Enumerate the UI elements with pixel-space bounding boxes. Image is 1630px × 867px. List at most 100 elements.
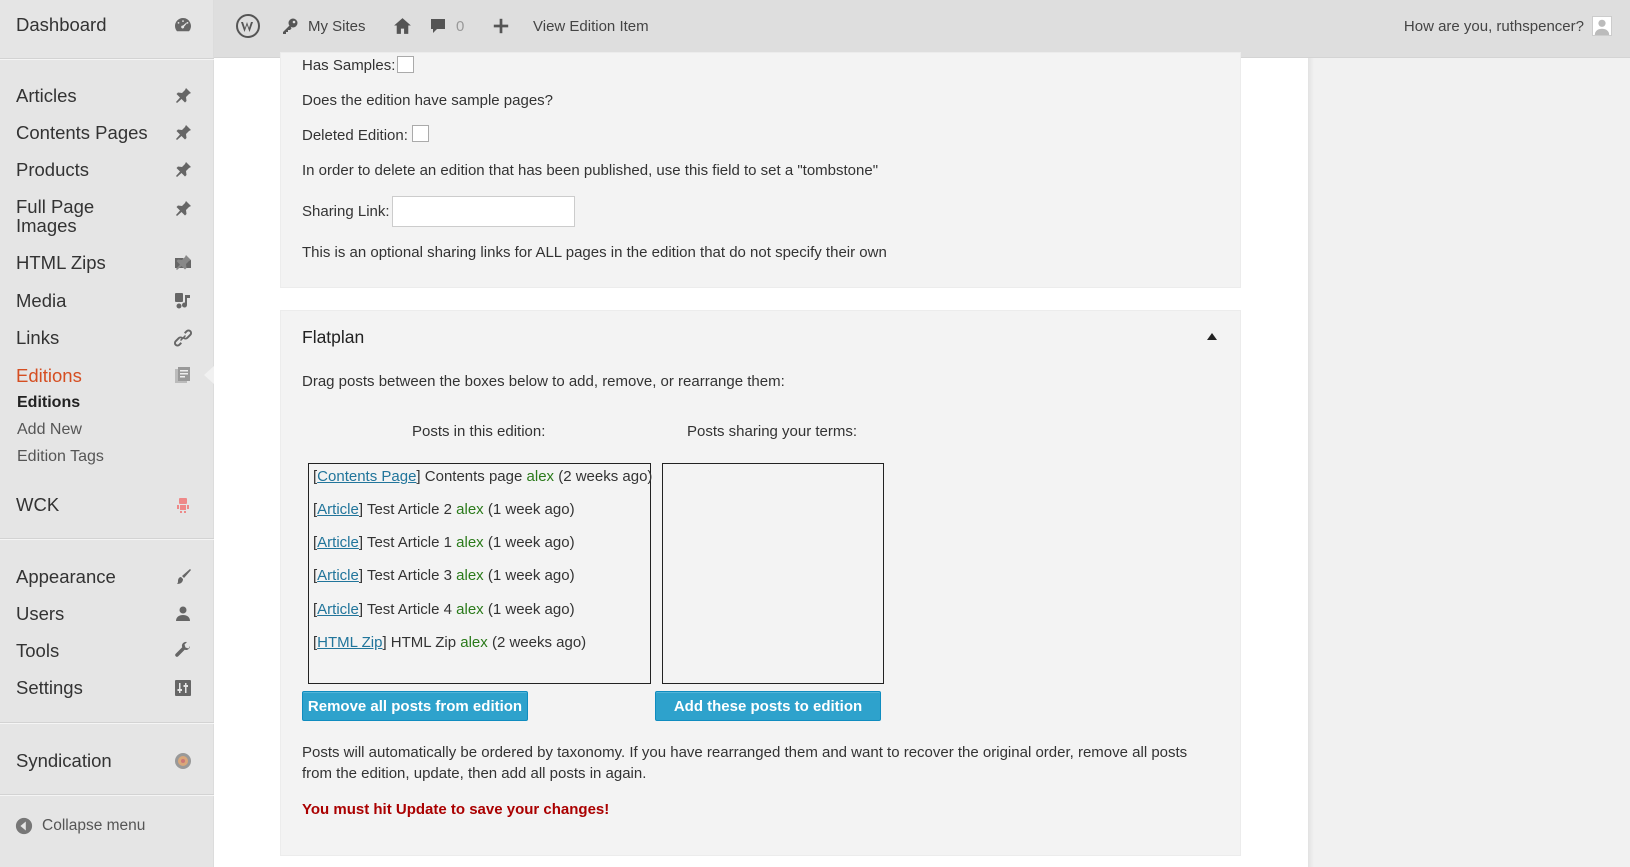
- pushpin-icon: [172, 198, 194, 220]
- comments-button[interactable]: 0: [428, 0, 464, 52]
- menu-label: Media: [16, 290, 67, 311]
- menu-label: WCK: [16, 494, 60, 515]
- pushpin-icon: [172, 159, 194, 181]
- settings-sliders-icon: [172, 677, 194, 699]
- post-age: (2 weeks ago): [558, 468, 653, 485]
- post-item[interactable]: [Article] Test Article 1 alex (1 week ag…: [313, 534, 575, 551]
- post-item[interactable]: [Article] Test Article 2 alex (1 week ag…: [313, 501, 575, 518]
- add-posts-button[interactable]: Add these posts to edition: [655, 691, 881, 721]
- post-type-link[interactable]: Article: [317, 567, 359, 584]
- comment-bubble-icon: [428, 16, 448, 36]
- pushpin-icon: [172, 122, 194, 144]
- admin-sidebar: Dashboard Articles Contents Pages Produc…: [0, 0, 214, 867]
- post-title: Test Article 3: [366, 567, 452, 584]
- menu-label: Contents Pages: [16, 122, 148, 143]
- post-age: (1 week ago): [487, 501, 575, 518]
- menu-label-line2: Images: [16, 215, 77, 236]
- menu-tools[interactable]: Tools: [0, 636, 214, 666]
- site-home-button[interactable]: [392, 0, 413, 52]
- menu-users[interactable]: Users: [0, 599, 214, 629]
- post-title: Test Article 2: [366, 501, 452, 518]
- menu-articles[interactable]: Articles: [0, 81, 214, 111]
- panel-collapse-toggle[interactable]: [1207, 333, 1217, 340]
- edition-meta-panel: Has Samples: Does the edition have sampl…: [280, 52, 1241, 288]
- submenu-editions[interactable]: Editions: [17, 394, 80, 412]
- dashboard-icon: [172, 14, 194, 36]
- post-author: alex: [456, 534, 484, 551]
- has-samples-checkbox[interactable]: [397, 56, 414, 73]
- wrench-icon: [172, 640, 194, 662]
- syndication-icon: [172, 750, 194, 772]
- menu-editions[interactable]: Editions: [0, 361, 214, 391]
- post-author: alex: [456, 567, 484, 584]
- key-icon: [280, 16, 300, 36]
- post-type-link[interactable]: Article: [317, 501, 359, 518]
- post-title: Test Article 4: [366, 601, 452, 618]
- menu-separator: [0, 794, 214, 796]
- menu-label: Appearance: [16, 566, 116, 587]
- menu-media[interactable]: Media: [0, 286, 214, 316]
- menu-label: Articles: [16, 85, 77, 106]
- post-author: alex: [456, 601, 484, 618]
- sharing-link-description: This is an optional sharing links for AL…: [302, 244, 887, 261]
- menu-dashboard[interactable]: Dashboard: [0, 10, 214, 40]
- menu-links[interactable]: Links: [0, 323, 214, 353]
- my-sites-menu[interactable]: My Sites: [280, 0, 366, 52]
- posts-sharing-terms-list[interactable]: [662, 463, 884, 684]
- admin-toolbar: My Sites 0 View Edition Item How are you…: [214, 0, 1630, 58]
- post-item[interactable]: [Article] Test Article 3 alex (1 week ag…: [313, 567, 575, 584]
- post-type-link[interactable]: Article: [317, 601, 359, 618]
- collapse-menu-button[interactable]: Collapse menu: [15, 817, 145, 835]
- ordering-note-line2: from the edition, update, then add all p…: [302, 765, 647, 782]
- avatar: [1592, 16, 1612, 36]
- remove-all-posts-button[interactable]: Remove all posts from edition: [302, 691, 528, 721]
- robot-icon: [172, 494, 194, 516]
- post-type-link[interactable]: HTML Zip: [317, 634, 382, 651]
- sharing-link-input[interactable]: [392, 196, 575, 227]
- post-item[interactable]: [HTML Zip] HTML Zip alex (2 weeks ago): [313, 634, 586, 651]
- deleted-edition-label: Deleted Edition:: [302, 127, 408, 144]
- post-age: (1 week ago): [487, 601, 575, 618]
- menu-full-page-images[interactable]: Full Page Images: [0, 196, 214, 240]
- current-menu-arrow: [204, 366, 214, 384]
- plus-icon: [492, 17, 510, 35]
- deleted-edition-description: In order to delete an edition that has b…: [302, 162, 879, 179]
- wordpress-logo-icon: [236, 14, 260, 38]
- post-age: (2 weeks ago): [491, 634, 587, 651]
- submenu-add-new[interactable]: Add New: [17, 421, 82, 439]
- post-type-link[interactable]: Contents Page: [317, 468, 416, 485]
- new-content-button[interactable]: [492, 0, 510, 52]
- posts-in-edition-list[interactable]: [Contents Page] Contents page alex (2 we…: [308, 463, 652, 684]
- post-title: Test Article 1: [366, 534, 452, 551]
- post-age: (1 week ago): [487, 534, 575, 551]
- post-author: alex: [460, 634, 488, 651]
- has-samples-label: Has Samples:: [302, 57, 396, 74]
- menu-syndication[interactable]: Syndication: [0, 746, 214, 776]
- view-edition-item-link[interactable]: View Edition Item: [533, 0, 649, 52]
- pushpin-icon: [172, 85, 194, 107]
- submenu-edition-tags[interactable]: Edition Tags: [17, 448, 104, 466]
- posts-in-edition-heading: Posts in this edition:: [412, 423, 546, 440]
- deleted-edition-checkbox[interactable]: [412, 125, 429, 142]
- wordpress-logo-button[interactable]: [236, 0, 260, 52]
- menu-products[interactable]: Products: [0, 155, 214, 185]
- menu-settings[interactable]: Settings: [0, 673, 214, 703]
- post-type-link[interactable]: Article: [317, 534, 359, 551]
- comment-count: 0: [456, 17, 465, 35]
- post-item[interactable]: [Contents Page] Contents page alex (2 we…: [313, 468, 652, 485]
- menu-label: Dashboard: [16, 14, 107, 35]
- menu-contents-pages[interactable]: Contents Pages: [0, 118, 214, 148]
- menu-appearance[interactable]: Appearance: [0, 562, 214, 592]
- flatplan-instructions: Drag posts between the boxes below to ad…: [302, 373, 785, 390]
- menu-separator: [0, 722, 214, 724]
- menu-wck[interactable]: WCK: [0, 490, 214, 520]
- sharing-link-label: Sharing Link:: [302, 203, 390, 220]
- editions-icon: [172, 365, 194, 387]
- menu-label: Products: [16, 159, 90, 180]
- account-menu[interactable]: How are you, ruthspencer?: [1404, 0, 1612, 52]
- menu-separator: [0, 538, 214, 540]
- post-author: alex: [526, 468, 555, 485]
- collapse-arrow-icon: [15, 817, 33, 835]
- post-item[interactable]: [Article] Test Article 4 alex (1 week ag…: [313, 601, 575, 618]
- menu-html-zips[interactable]: HTML Zips: [0, 248, 214, 278]
